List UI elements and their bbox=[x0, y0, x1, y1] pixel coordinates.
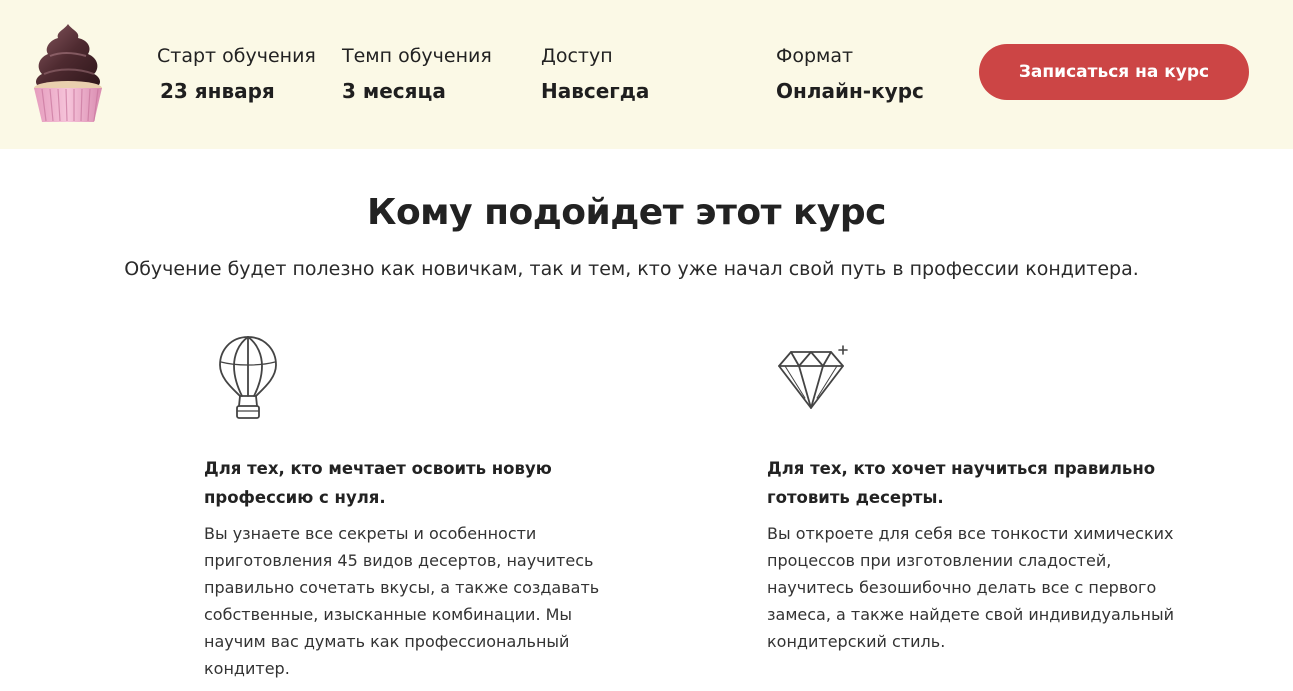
info-start-value: 23 января bbox=[160, 79, 275, 103]
section-title: Кому подойдет этот курс bbox=[367, 192, 886, 233]
hot-air-balloon-icon bbox=[219, 336, 277, 419]
section-subtitle: Обучение будет полезно как новичкам, так… bbox=[124, 258, 1139, 280]
enroll-button[interactable]: Записаться на курс bbox=[979, 44, 1249, 100]
info-format: Формат Онлайн-курс bbox=[776, 44, 924, 103]
info-start-label: Старт обучения bbox=[157, 45, 316, 67]
info-access-label: Доступ bbox=[541, 45, 613, 67]
feature-description: Вы узнаете все секреты и особенности при… bbox=[204, 524, 600, 678]
feature-title: Для тех, кто хочет научиться правильно г… bbox=[767, 459, 1156, 507]
info-pace-label: Темп обучения bbox=[342, 45, 492, 67]
course-info-bar: Старт обучения 23 января Темп обучения 3… bbox=[0, 0, 1293, 149]
info-format-value: Онлайн-курс bbox=[776, 79, 924, 103]
info-pace: Темп обучения 3 месяца bbox=[342, 44, 492, 103]
info-access-value: Навсегда bbox=[541, 79, 650, 103]
diamond-icon bbox=[778, 345, 848, 409]
feature-title: Для тех, кто мечтает освоить новую профе… bbox=[204, 459, 552, 507]
info-start: Старт обучения 23 января bbox=[157, 44, 316, 103]
feature-description: Вы откроете для себя все тонкости химиче… bbox=[767, 524, 1174, 651]
info-pace-value: 3 месяца bbox=[342, 79, 446, 103]
info-format-label: Формат bbox=[776, 45, 854, 67]
cupcake-icon bbox=[34, 24, 102, 122]
info-access: Доступ Навсегда bbox=[541, 44, 649, 103]
